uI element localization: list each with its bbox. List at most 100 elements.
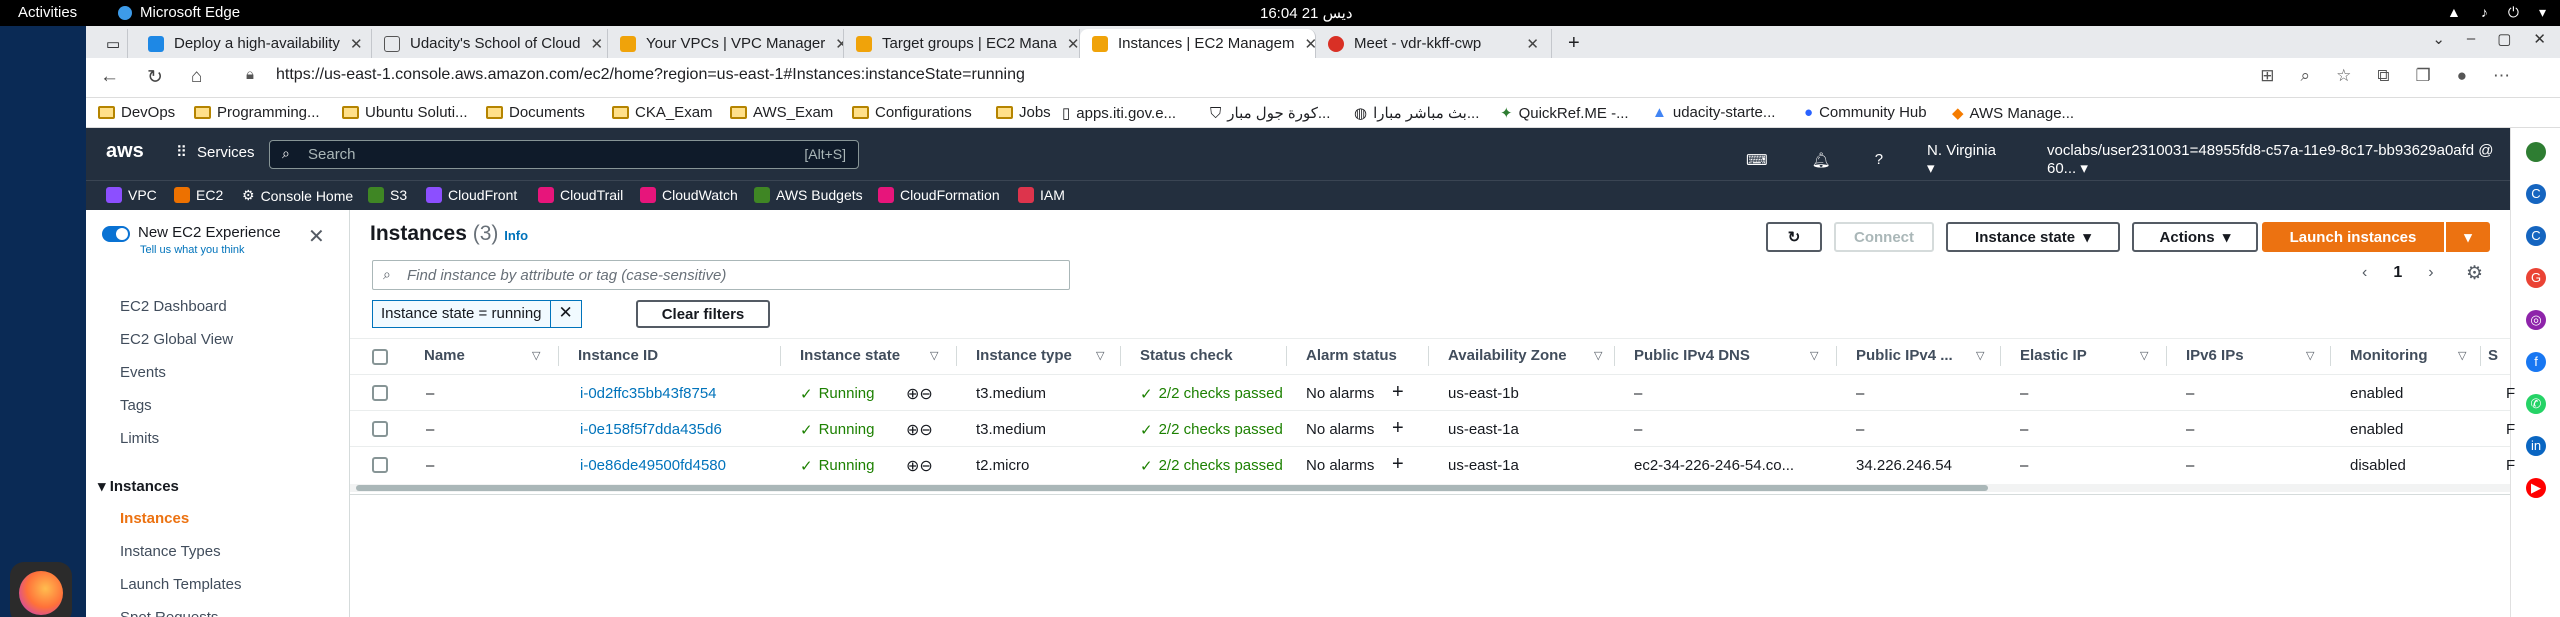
table-row[interactable]: – i-0e158f5f7dda435d6 ✓ Running ⊕⊖ t3.med…	[350, 411, 2515, 446]
clear-filters-button[interactable]: Clear filters	[636, 300, 770, 328]
zoom-icons[interactable]: ⊕⊖	[906, 456, 933, 476]
add-alarm-icon[interactable]: +	[1392, 417, 1404, 440]
info-link[interactable]: Info	[504, 228, 528, 243]
tab-actions-button[interactable]: ▭	[100, 29, 128, 58]
cell-instance-id[interactable]: i-0d2ffc35bb43f8754	[580, 385, 717, 402]
bookmark-item[interactable]: Jobs	[996, 104, 1051, 121]
collections-icon[interactable]: ❐	[2415, 66, 2430, 86]
nav-limits[interactable]: Limits	[120, 430, 159, 447]
favorite-service[interactable]: CloudWatch	[640, 187, 738, 203]
nav-events[interactable]: Events	[120, 364, 166, 381]
nav-ec2-dashboard[interactable]: EC2 Dashboard	[120, 298, 227, 315]
add-alarm-icon[interactable]: +	[1392, 381, 1404, 404]
region-selector[interactable]: N. Virginia ▾	[1927, 142, 2003, 177]
sort-icon[interactable]: ▽	[1976, 349, 1984, 362]
column-resizer[interactable]	[1836, 346, 1837, 366]
sort-icon[interactable]: ▽	[1096, 349, 1104, 362]
sidebar-app-icon[interactable]: f	[2526, 352, 2546, 372]
column-resizer[interactable]	[2000, 346, 2001, 366]
sort-icon[interactable]: ▽	[1594, 349, 1602, 362]
sort-icon[interactable]: ▽	[1810, 349, 1818, 362]
new-experience-toggle[interactable]	[102, 226, 130, 242]
more-icon[interactable]: ⋯	[2493, 66, 2510, 86]
back-icon[interactable]: ←	[100, 66, 119, 89]
favorite-star-icon[interactable]: ☆	[2336, 66, 2351, 86]
column-header[interactable]: Monitoring	[2350, 347, 2427, 364]
zoom-icon[interactable]: ⌕	[2301, 66, 2311, 86]
select-all-checkbox[interactable]	[372, 349, 388, 365]
nav-section-instances[interactable]: ▾ Instances	[98, 477, 179, 495]
zoom-icons[interactable]: ⊕⊖	[906, 420, 933, 440]
extensions-icon[interactable]: ⧉	[2377, 66, 2389, 86]
tab-close-icon[interactable]: ✕	[590, 35, 603, 53]
account-menu[interactable]: voclabs/user2310031=48955fd8-c57a-11e9-8…	[2047, 142, 2510, 177]
browser-tab[interactable]: Deploy a high-availability ✕	[136, 29, 372, 58]
help-icon[interactable]: ?	[1875, 151, 1883, 168]
nav-ec2-global-view[interactable]: EC2 Global View	[120, 331, 233, 348]
column-header[interactable]: Public IPv4 ...	[1856, 347, 1953, 364]
current-page[interactable]: 1	[2393, 264, 2402, 282]
tab-close-icon[interactable]: ✕	[350, 35, 363, 53]
browser-tab[interactable]: Target groups | EC2 Mana ✕	[844, 29, 1080, 58]
sidebar-app-icon[interactable]: in	[2526, 436, 2546, 456]
active-app-menu[interactable]: Microsoft Edge	[118, 4, 240, 21]
favorite-service[interactable]: S3	[368, 187, 407, 203]
connect-button[interactable]: Connect	[1834, 222, 1934, 252]
cell-instance-id[interactable]: i-0e86de49500fd4580	[580, 457, 726, 474]
services-menu[interactable]: ⠿ Services	[176, 143, 255, 162]
aws-logo[interactable]: aws	[106, 140, 144, 163]
prev-page-icon[interactable]: ‹	[2362, 264, 2367, 282]
firefox-launcher[interactable]	[10, 562, 72, 617]
column-header[interactable]: Public IPv4 DNS	[1634, 347, 1750, 364]
column-resizer[interactable]	[2330, 346, 2331, 366]
filter-input[interactable]: ⌕ Find instance by attribute or tag (cas…	[372, 260, 1070, 290]
browser-tab[interactable]: Your VPCs | VPC Manager ✕	[608, 29, 844, 58]
sidebar-app-icon[interactable]: ✆	[2526, 394, 2546, 414]
bookmark-item[interactable]: ⛉ كورة جول مبار...	[1210, 104, 1330, 123]
browser-tab[interactable]: Udacity's School of Cloud ✕	[372, 29, 608, 58]
minimize-icon[interactable]: –	[2467, 30, 2475, 48]
launch-dropdown-button[interactable]: ▾	[2446, 222, 2490, 252]
row-checkbox[interactable]	[372, 421, 388, 437]
column-resizer[interactable]	[2480, 346, 2481, 366]
bookmark-item[interactable]: ● Community Hub	[1804, 104, 1927, 121]
settings-gear-icon[interactable]: ⚙	[2466, 262, 2483, 285]
sidebar-app-icon[interactable]: C	[2526, 226, 2546, 246]
nav-instances[interactable]: Instances	[120, 510, 189, 527]
next-page-icon[interactable]: ›	[2428, 264, 2433, 282]
column-header[interactable]: Name	[424, 347, 465, 364]
column-resizer[interactable]	[2166, 346, 2167, 366]
new-tab-button[interactable]: +	[1556, 29, 1590, 58]
profile-avatar[interactable]: ●	[2457, 66, 2467, 86]
system-tray[interactable]: ▲ ♪ ⏻ ▾	[2447, 4, 2546, 21]
activities-button[interactable]: Activities	[18, 4, 77, 21]
browser-tab-active[interactable]: Instances | EC2 Managem ✕	[1080, 29, 1316, 58]
cloudshell-icon[interactable]: ⌨	[1746, 151, 1768, 169]
sort-icon[interactable]: ▽	[2458, 349, 2466, 362]
bookmark-item[interactable]: ◆ AWS Manage...	[1952, 104, 2074, 123]
cell-instance-id[interactable]: i-0e158f5f7dda435d6	[580, 421, 722, 438]
close-icon[interactable]: ✕	[2533, 30, 2546, 48]
tab-close-icon[interactable]: ✕	[1304, 35, 1315, 53]
column-header[interactable]: Instance type	[976, 347, 1072, 364]
notifications-bell-icon[interactable]: 🔔︎	[1812, 151, 1831, 169]
row-checkbox[interactable]	[372, 385, 388, 401]
favorite-service[interactable]: CloudFront	[426, 187, 517, 203]
sort-icon[interactable]: ▽	[2140, 349, 2148, 362]
bookmark-item[interactable]: DevOps	[98, 104, 175, 121]
horizontal-scrollbar-track[interactable]	[350, 484, 2510, 492]
sidebar-app-icon[interactable]: ◎	[2526, 310, 2546, 330]
bookmark-item[interactable]: Configurations	[852, 104, 972, 121]
tab-close-icon[interactable]: ✕	[835, 35, 843, 53]
nav-instance-types[interactable]: Instance Types	[120, 543, 221, 560]
column-resizer[interactable]	[1120, 346, 1121, 366]
launch-instances-button[interactable]: Launch instances	[2262, 222, 2444, 252]
search-input[interactable]: ⌕ Search [Alt+S]	[269, 140, 859, 169]
lock-icon[interactable]: 🔒︎	[246, 66, 254, 83]
home-icon[interactable]: ⌂	[191, 66, 202, 89]
column-resizer[interactable]	[558, 346, 559, 366]
column-header[interactable]: Alarm status	[1306, 347, 1397, 364]
clock[interactable]: 16:04 21 ديس	[1260, 4, 1353, 22]
favorite-service[interactable]: EC2	[174, 187, 223, 203]
nav-launch-templates[interactable]: Launch Templates	[120, 576, 241, 593]
